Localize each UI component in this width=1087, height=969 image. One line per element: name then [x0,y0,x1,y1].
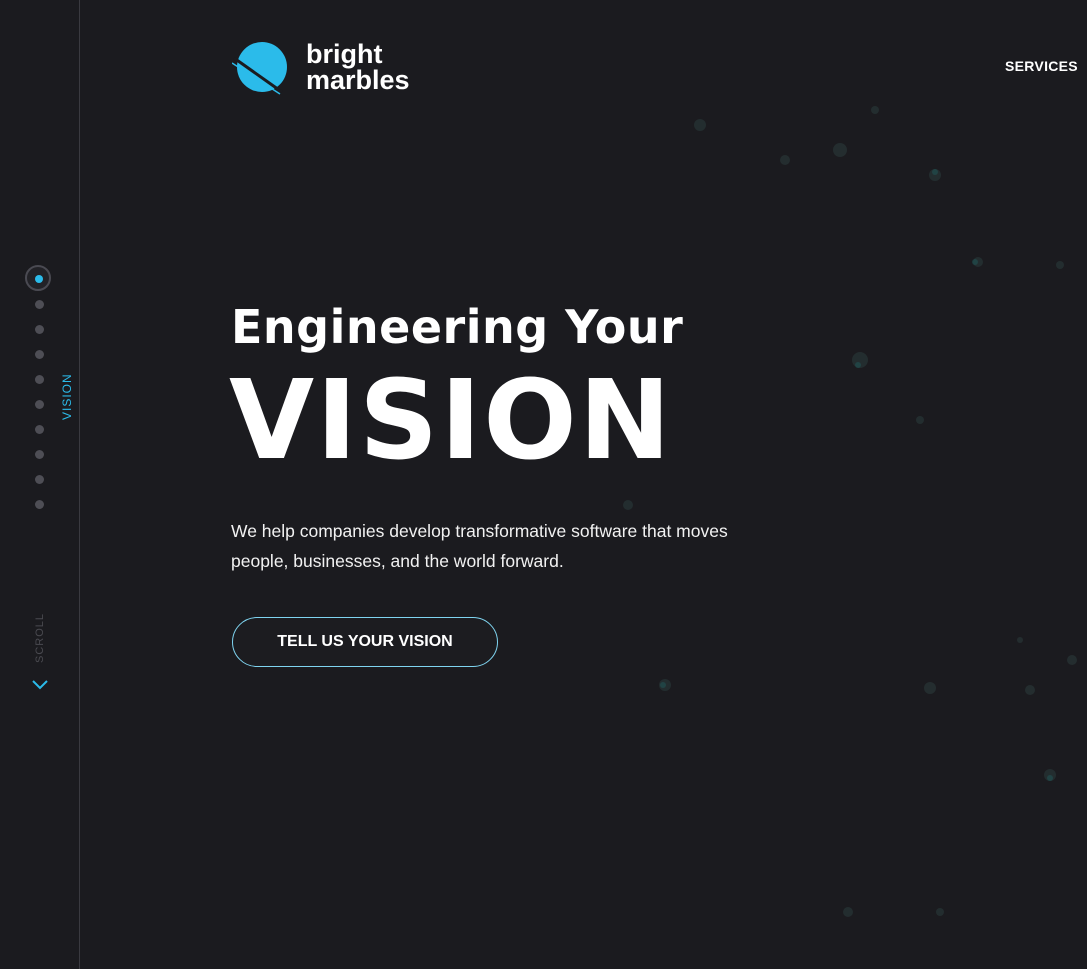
chevron-down-icon[interactable] [31,678,49,690]
page: VISION SCROLL bright marbles SERVICES En… [0,0,1087,969]
section-dot[interactable] [35,350,44,359]
brand-name-line2: marbles [306,65,410,95]
section-dot[interactable] [35,450,44,459]
hero-title: VISION [229,356,673,484]
section-dot[interactable] [35,400,44,409]
section-dot[interactable] [35,425,44,434]
scroll-label: SCROLL [34,612,46,663]
section-dot[interactable] [35,325,44,334]
hero-pre-title: Engineering Your [231,300,684,354]
brand-logo[interactable]: bright marbles [232,38,410,96]
particle-background [623,106,1077,917]
cta-label: TELL US YOUR VISION [277,633,453,650]
section-dot[interactable] [35,475,44,484]
hero-description: We help companies develop transformative… [231,521,728,571]
tell-us-your-vision-button[interactable]: TELL US YOUR VISION [232,617,498,667]
marble-logo-icon [232,42,287,95]
current-section-label: VISION [60,373,74,420]
nav-services-link[interactable]: SERVICES [1005,58,1078,74]
section-dot[interactable] [35,300,44,309]
brand-name: bright marbles [306,39,410,95]
section-dot-active[interactable] [25,265,51,291]
section-sidebar: VISION SCROLL [0,0,80,969]
brand-name-line1: bright [306,39,383,69]
section-dot[interactable] [35,375,44,384]
section-dot[interactable] [35,500,44,509]
